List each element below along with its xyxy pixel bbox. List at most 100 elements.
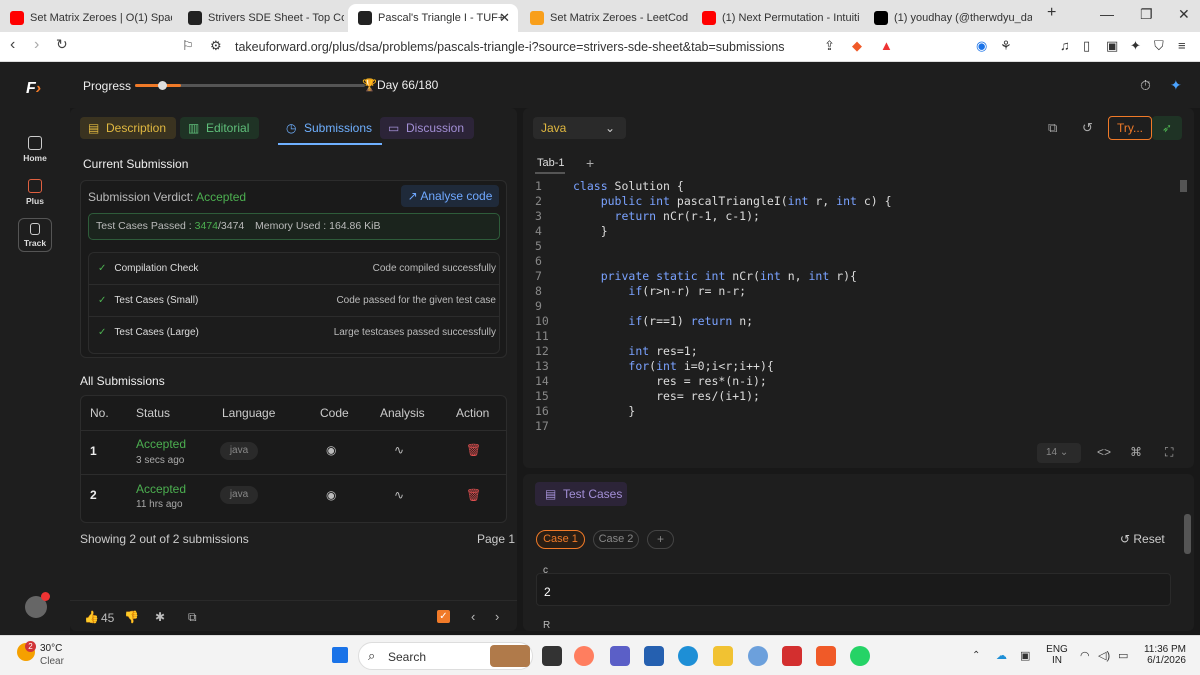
testcase-scrollbar[interactable] [1184,514,1191,554]
brave-rewards-icon[interactable]: ▲ [880,38,893,53]
code-area[interactable]: 1 class Solution {2 public int pascalTria… [535,179,1185,437]
view-code-icon[interactable]: ◉ [326,443,336,457]
minimize-button[interactable]: — [1100,6,1114,22]
font-size-value: 14 [1046,447,1058,458]
view-code-icon[interactable]: ◉ [326,488,336,502]
copilot-icon[interactable] [574,646,594,666]
input-language[interactable]: ENG IN [1046,644,1068,666]
brave-icon[interactable] [816,646,836,666]
bookmark-icon[interactable]: ⚐ [182,38,194,54]
wallet-icon[interactable]: ▣ [1106,38,1118,54]
wps-icon[interactable] [782,646,802,666]
teams-icon[interactable] [610,646,630,666]
puzzle-icon[interactable]: ⚘ [1000,38,1012,54]
language-select[interactable]: Java ⌄ [533,117,626,139]
delete-icon[interactable]: 🗑 [466,488,481,502]
forward-icon[interactable]: › [34,36,39,54]
font-size-select[interactable]: 14 ⌄ [1037,443,1081,463]
restore-button[interactable]: ❐ [1140,6,1153,23]
like-icon[interactable]: 👍 [84,610,99,624]
tab-submissions[interactable]: ◷ Submissions [278,117,383,145]
tray-app-icon[interactable]: ▣ [1020,649,1030,662]
fullscreen-icon[interactable]: ⛶ [1165,445,1173,460]
bug-icon[interactable]: ✱ [155,610,165,624]
whatsapp-icon[interactable] [850,646,870,666]
url-field[interactable]: takeuforward.org/plus/dsa/problems/pasca… [235,36,925,58]
ai-sparkle-icon[interactable]: ✦ [1170,77,1182,94]
vpn-icon[interactable]: ⛉ [1154,38,1164,54]
browser-tab[interactable]: Set Matrix Zeroes - LeetCode [520,4,688,32]
wifi-icon[interactable]: ◠ [1080,649,1090,662]
editor-scrollbar[interactable] [1180,180,1187,192]
tab-editorial[interactable]: ▥ Editorial [180,117,260,139]
prev-problem-icon[interactable]: ‹ [471,609,475,624]
sidebar-item-home[interactable]: Home [12,136,58,163]
tab-description[interactable]: ▤ Description [80,117,177,139]
analysis-pulse-icon[interactable]: ∿ [394,488,404,502]
brave-shield-icon[interactable]: ◆ [852,38,862,54]
logo-icon[interactable]: F› [26,80,41,98]
add-tab-icon[interactable]: + [586,155,594,171]
sidebar-toggle-icon[interactable]: ▯ [1083,38,1090,54]
new-tab-button[interactable]: + [1047,4,1056,22]
format-icon[interactable]: ⌘ [1130,445,1142,459]
progress-thumb[interactable] [158,81,167,90]
line-number: 9 [535,299,542,313]
submit-rocket-icon[interactable]: ➶ [1152,116,1182,140]
leo-ai-icon[interactable]: ✦ [1130,38,1141,54]
reset-code-icon[interactable]: ↺ [1082,120,1093,136]
sidebar-item-track[interactable]: Track [18,218,52,252]
menu-icon[interactable]: ≡ [1178,38,1186,53]
browser-tab[interactable]: Set Matrix Zeroes | O(1) Space A [0,4,172,32]
next-problem-icon[interactable]: › [495,609,499,624]
case-1-pill[interactable]: Case 1 [536,530,585,549]
share-problem-icon[interactable]: ⧉ [188,610,197,625]
editor-tab[interactable]: Tab-1 [537,157,565,169]
var-input[interactable] [536,573,1171,606]
youtube-icon [10,11,24,25]
reset-button[interactable]: ↺ Reset [1120,532,1165,546]
check-name: Test Cases (Small) [114,295,199,306]
media-icon[interactable]: ♫ [1060,38,1070,53]
tab-discussion[interactable]: ▭ Discussion [380,117,475,139]
file-explorer-icon[interactable] [713,646,733,666]
dislike-icon[interactable]: 👎 [124,610,139,624]
r-app-icon[interactable] [748,646,768,666]
browser-tab[interactable]: Pascal's Triangle I - TUF+ ✕ [348,4,518,32]
testcases-tab[interactable]: ▤ Test Cases [535,482,627,506]
timer-icon[interactable]: ⏱ [1140,77,1151,94]
line-number: 5 [535,239,542,253]
try-button[interactable]: Try... [1108,116,1152,140]
task-view-icon[interactable] [542,646,562,666]
sidebar-item-plus[interactable]: Plus [12,179,58,206]
share-icon[interactable]: ⇪ [824,38,835,54]
store-icon[interactable] [644,646,664,666]
delete-icon[interactable]: 🗑 [466,443,481,457]
analysis-pulse-icon[interactable]: ∿ [394,443,404,457]
start-icon[interactable] [332,647,348,663]
add-case-button[interactable]: + [647,530,674,549]
chevron-up-icon[interactable]: ⌃ [972,650,980,661]
close-window-button[interactable]: ✕ [1178,6,1190,23]
onedrive-icon[interactable]: ☁ [996,649,1007,662]
browser-tab[interactable]: Strivers SDE Sheet - Top Coding [178,4,344,32]
browser-tab[interactable]: (1) youdhay (@therwdyu_day16 [864,4,1032,32]
browser-tab[interactable]: (1) Next Permutation - Intuition [692,4,860,32]
check-result: Code compiled successfully [372,263,496,274]
copy-icon[interactable]: ⧉ [1048,120,1057,136]
reload-icon[interactable]: ↻ [56,36,68,53]
edge-icon[interactable] [678,646,698,666]
case-2-pill[interactable]: Case 2 [593,530,639,549]
clock[interactable]: 11:36 PM 6/1/2026 [1140,644,1186,666]
site-settings-icon[interactable]: ⚙ [210,38,222,54]
analyse-code-button[interactable]: ↗ Analyse code [401,185,499,207]
brackets-icon[interactable]: <> [1097,445,1111,459]
code-line: 5 [535,239,1185,254]
code-line: 6 [535,254,1185,269]
back-icon[interactable]: ‹ [10,36,15,54]
battery-icon[interactable]: ▭ [1118,649,1128,662]
completed-checkbox[interactable]: ✓ [437,610,450,623]
extension-icon[interactable]: ◉ [976,38,987,54]
close-tab-icon[interactable]: ✕ [499,10,510,26]
volume-icon[interactable]: ◁) [1098,649,1110,662]
